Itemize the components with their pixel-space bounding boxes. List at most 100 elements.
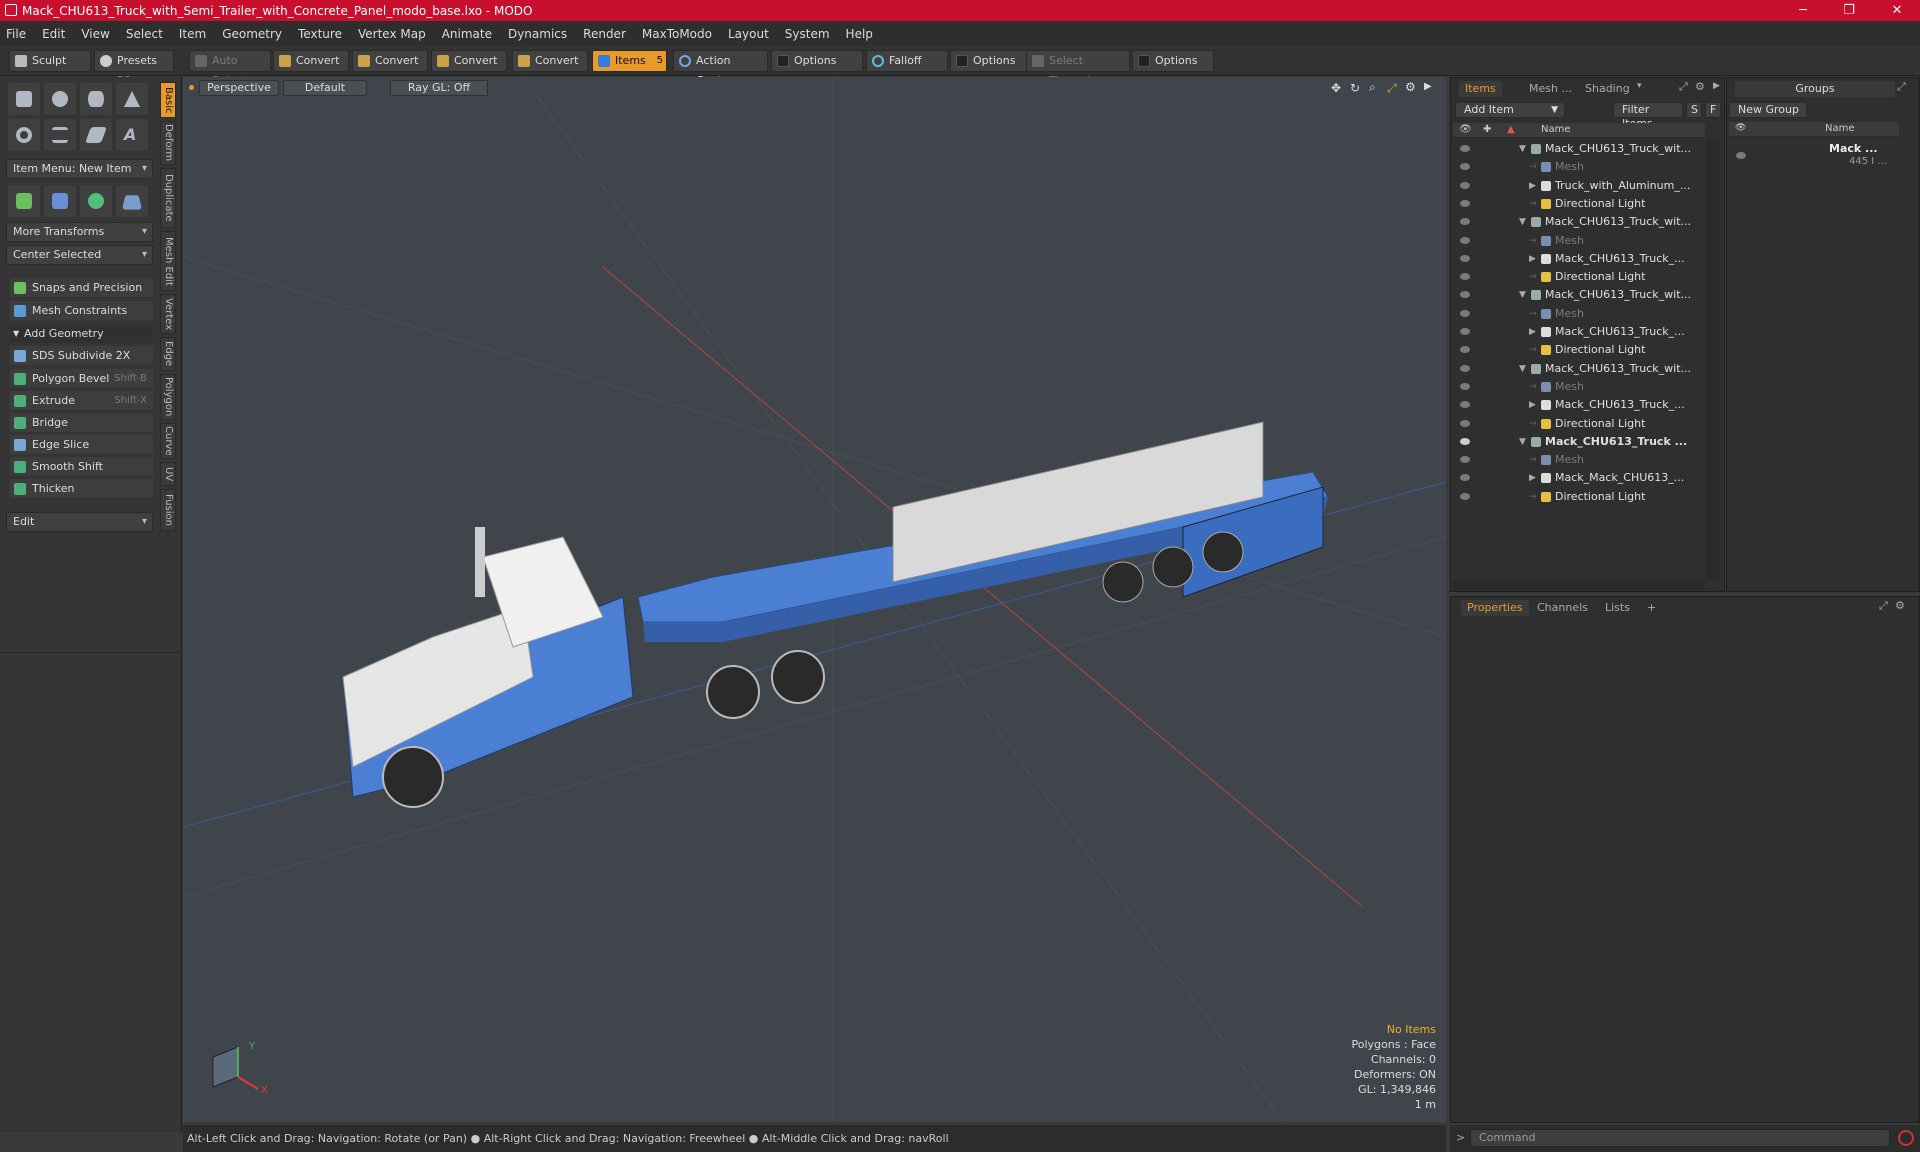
collapse-arrow-icon[interactable]: ▼ <box>1519 286 1526 304</box>
cone-button[interactable] <box>116 83 148 115</box>
close-button[interactable]: ✕ <box>1874 0 1920 21</box>
lock-column-icon[interactable]: ✚ <box>1483 124 1491 135</box>
expand-panel-icon[interactable]: ⤢ <box>1679 80 1688 94</box>
eye-icon[interactable] <box>1460 145 1470 152</box>
vtab-edge[interactable]: Edge <box>160 337 176 371</box>
panel-settings-icon[interactable]: ⚙ <box>1695 80 1705 93</box>
eye-icon[interactable] <box>1460 273 1470 281</box>
transform-button[interactable] <box>8 185 40 217</box>
properties-settings-icon[interactable]: ⚙ <box>1895 599 1905 612</box>
group-row[interactable]: Mack ... 445 I ... <box>1729 140 1899 174</box>
render-column-icon[interactable]: ▲ <box>1507 124 1515 135</box>
collapse-arrow-icon[interactable]: ▼ <box>1519 213 1526 231</box>
view-perspective-button[interactable]: Perspective <box>199 80 279 96</box>
tree-scrollbar[interactable] <box>1706 140 1720 580</box>
item-row-scene[interactable]: ▼ Mack_CHU613_Truck_wit... <box>1453 140 1705 158</box>
item-row-mesh[interactable]: → Mesh <box>1453 232 1705 250</box>
expand-properties-icon[interactable]: ⤢ <box>1879 599 1888 613</box>
item-row-mesh[interactable]: → Mesh <box>1453 451 1705 469</box>
item-row-group[interactable]: ▶ Mack_Mack_CHU613_... <box>1453 469 1705 487</box>
add-item-dropdown[interactable]: Add Item ▼ <box>1455 102 1565 118</box>
convert-button-1[interactable]: Convert <box>273 50 349 72</box>
eye-icon[interactable] <box>1460 474 1470 482</box>
eye-icon[interactable] <box>1460 328 1470 335</box>
menu-file[interactable]: File <box>6 27 26 41</box>
menu-texture[interactable]: Texture <box>298 27 342 41</box>
vtab-uv[interactable]: UV <box>160 462 176 486</box>
eye-icon[interactable] <box>1460 236 1470 244</box>
edit-dropdown[interactable]: Edit <box>6 512 153 532</box>
menu-layout[interactable]: Layout <box>728 27 769 41</box>
item-row-mesh[interactable]: → Mesh <box>1453 305 1705 323</box>
tab-lists[interactable]: Lists <box>1599 600 1636 616</box>
pen-button[interactable] <box>80 119 112 151</box>
menu-edit[interactable]: Edit <box>42 27 65 41</box>
item-menu-dropdown[interactable]: Item Menu: New Item <box>6 159 153 179</box>
shading-default-button[interactable]: Default <box>283 80 367 96</box>
grid-button[interactable] <box>44 185 76 217</box>
item-row-scene[interactable]: ▼ Mack_CHU613_Truck_wit... <box>1453 360 1705 378</box>
vtab-deform[interactable]: Deform <box>160 121 176 165</box>
new-group-button[interactable]: New Group <box>1729 102 1807 118</box>
eye-icon[interactable] <box>1460 364 1470 372</box>
eye-icon[interactable] <box>1460 291 1470 299</box>
eye-icon[interactable] <box>1460 199 1470 207</box>
raygl-button[interactable]: Ray GL: Off <box>390 80 488 96</box>
eye-icon[interactable] <box>1460 456 1470 464</box>
convert-button-3[interactable]: Convert <box>431 50 507 72</box>
eye-icon[interactable] <box>1460 419 1470 427</box>
eye-icon[interactable] <box>1736 152 1746 159</box>
falloff-button[interactable]: Falloff <box>866 50 948 72</box>
collapse-arrow-icon[interactable]: ▼ <box>1519 360 1526 378</box>
item-row-light[interactable]: → Directional Light <box>1453 195 1705 213</box>
record-icon[interactable] <box>1898 1130 1914 1146</box>
minimize-button[interactable]: ─ <box>1780 0 1826 21</box>
snaps-precision-button[interactable]: Snaps and Precision <box>10 278 153 298</box>
3d-viewport[interactable]: Y X Perspective Default Ray GL: Off ✥ ↻ … <box>183 77 1446 1122</box>
item-row-light[interactable]: → Directional Light <box>1453 415 1705 433</box>
menu-dynamics[interactable]: Dynamics <box>508 27 567 41</box>
tool-edge-slice[interactable]: Edge Slice <box>10 435 153 455</box>
cube-button[interactable] <box>8 83 40 115</box>
vtab-basic[interactable]: Basic <box>160 82 176 118</box>
vtab-vertex[interactable]: Vertex <box>160 294 176 334</box>
panel-more-icon[interactable]: ▶ <box>1713 81 1720 91</box>
menu-vertex-map[interactable]: Vertex Map <box>358 27 426 41</box>
convert-button-4[interactable]: Convert <box>512 50 588 72</box>
select-through-button[interactable]: Select Through <box>1026 50 1130 87</box>
tab-shading[interactable]: Shading <box>1579 81 1636 97</box>
fit-view-icon[interactable]: ⤢ <box>1387 81 1397 96</box>
tool-sds-subdivide[interactable]: SDS Subdivide 2X <box>10 346 153 366</box>
eye-icon[interactable] <box>1460 163 1470 171</box>
vtab-curve[interactable]: Curve <box>160 423 176 459</box>
visibility-column-icon[interactable]: 👁 <box>1459 124 1472 135</box>
tool-extrude[interactable]: Extrude Shift-X <box>10 391 153 411</box>
menu-maxtomodo[interactable]: MaxToModo <box>642 27 712 41</box>
collapse-arrow-icon[interactable]: ▼ <box>1519 140 1526 158</box>
viewport-menu-icon[interactable] <box>189 85 194 90</box>
menu-animate[interactable]: Animate <box>442 27 492 41</box>
tab-channels[interactable]: Channels <box>1531 600 1594 616</box>
filter-items-button[interactable]: Filter Items <box>1613 102 1683 130</box>
more-transforms-dropdown[interactable]: More Transforms <box>6 222 153 242</box>
menu-system[interactable]: System <box>785 27 830 41</box>
command-input[interactable]: Command <box>1470 1129 1890 1147</box>
groups-name-column[interactable]: Name <box>1825 123 1855 134</box>
text-button[interactable]: A <box>116 119 148 151</box>
item-row-scene[interactable]: ▼ Mack_CHU613_Truck_wit... <box>1453 213 1705 231</box>
item-row-light[interactable]: → Directional Light <box>1453 488 1705 506</box>
rotate-view-icon[interactable]: ↻ <box>1350 81 1360 95</box>
menu-geometry[interactable]: Geometry <box>222 27 282 41</box>
visibility-column-icon[interactable]: 👁 <box>1735 123 1746 133</box>
filter-s-button[interactable]: S <box>1686 102 1702 118</box>
auto-select-button[interactable]: Auto Select <box>189 50 271 87</box>
menu-view[interactable]: View <box>81 27 109 41</box>
sculpt-button[interactable]: Sculpt <box>9 50 91 72</box>
center-selected-dropdown[interactable]: Center Selected <box>6 245 153 265</box>
eye-icon[interactable] <box>1460 218 1470 226</box>
eye-icon[interactable] <box>1460 181 1470 189</box>
eye-icon[interactable] <box>1460 437 1470 445</box>
menu-item[interactable]: Item <box>179 27 206 41</box>
eye-icon[interactable] <box>1460 254 1470 262</box>
mesh-constraints-button[interactable]: Mesh Constraints <box>10 301 153 321</box>
